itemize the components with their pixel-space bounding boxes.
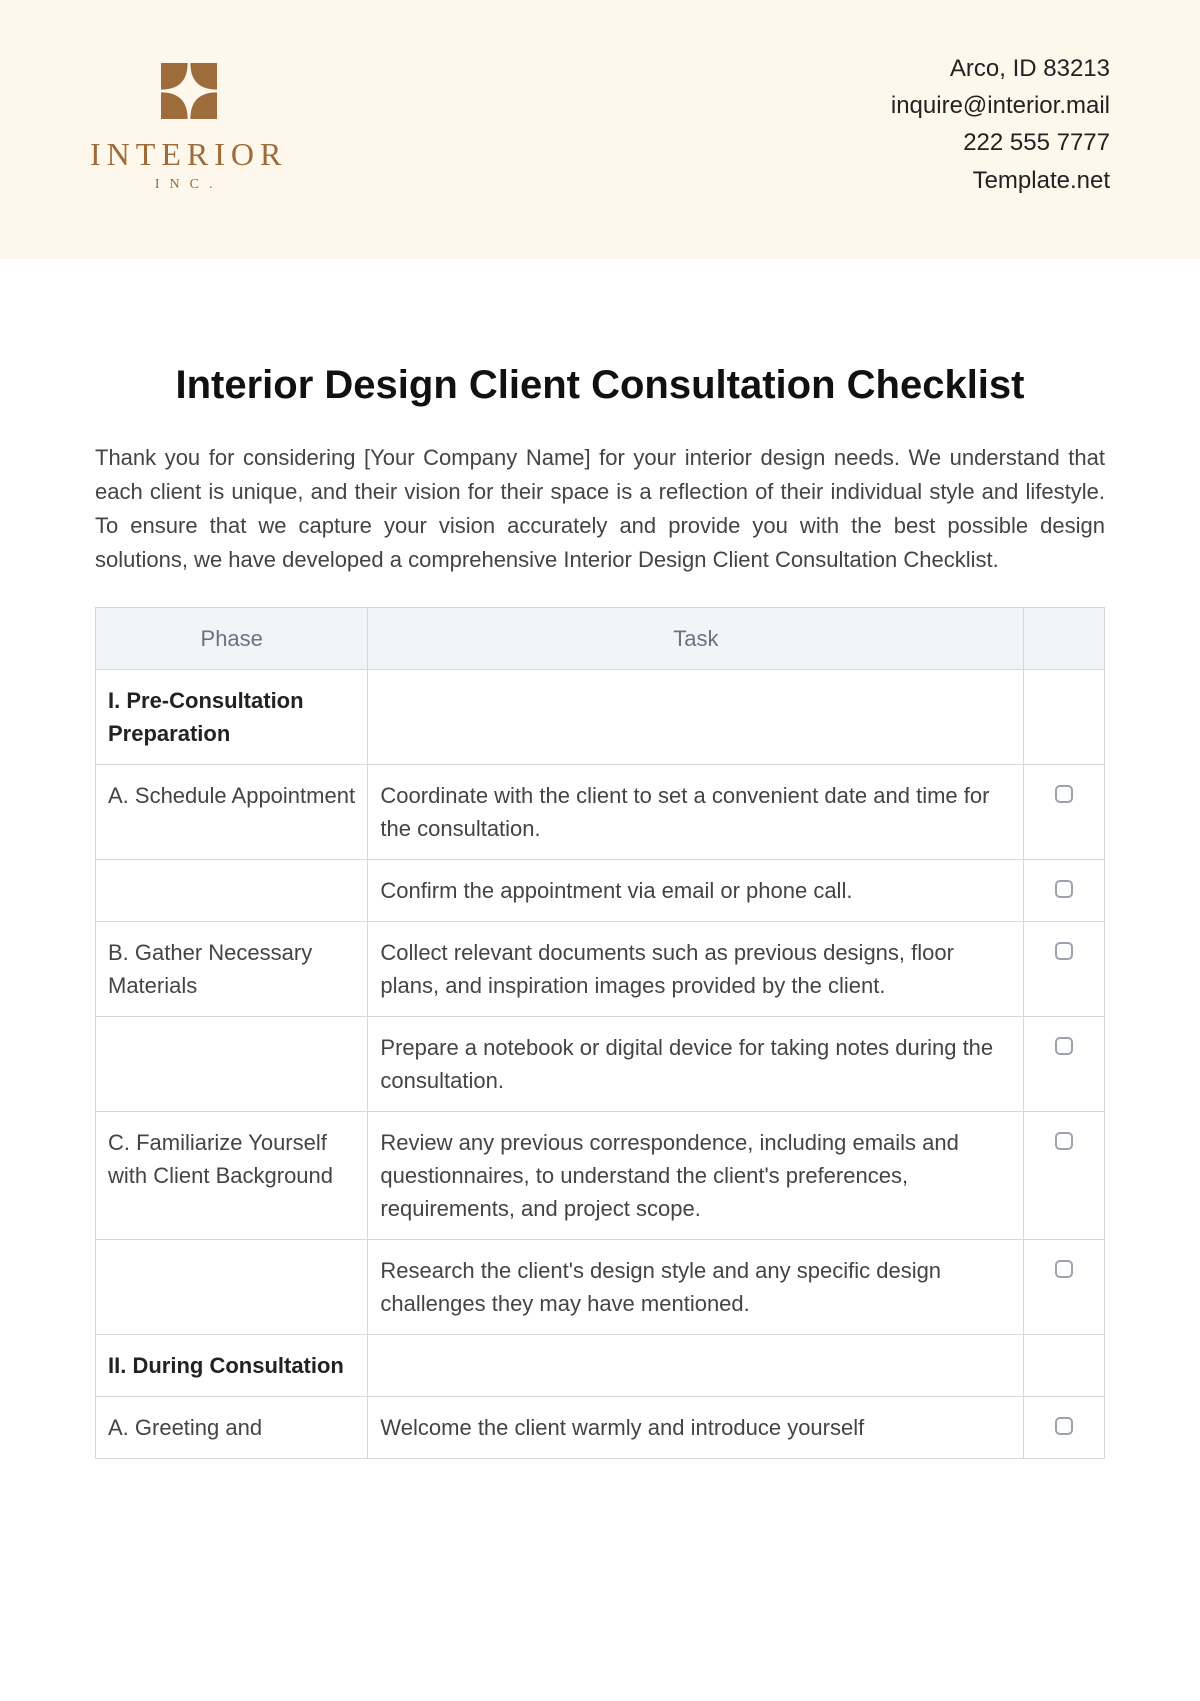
phase-cell [96,1017,368,1112]
task-cell: Research the client's design style and a… [368,1240,1024,1335]
table-row: A. Greeting andWelcome the client warmly… [96,1397,1105,1459]
check-cell [1024,922,1105,1017]
contact-site: Template.net [891,162,1110,199]
phase-cell: A. Greeting and [96,1397,368,1459]
checkbox[interactable] [1055,785,1073,803]
checkbox[interactable] [1055,1132,1073,1150]
contact-info: Arco, ID 83213 inquire@interior.mail 222… [891,50,1110,199]
checkbox[interactable] [1055,1260,1073,1278]
checklist-table: Phase Task I. Pre-Consultation Preparati… [95,607,1105,1459]
page-title: Interior Design Client Consultation Chec… [95,359,1105,411]
letterhead-header: INTERIOR INC. Arco, ID 83213 inquire@int… [0,0,1200,259]
table-row: Prepare a notebook or digital device for… [96,1017,1105,1112]
check-cell [1024,860,1105,922]
phase-cell: A. Schedule Appointment [96,765,368,860]
table-row: Research the client's design style and a… [96,1240,1105,1335]
logo-name: INTERIOR [90,136,287,173]
col-header-check [1024,608,1105,670]
check-cell [1024,1112,1105,1240]
checkbox[interactable] [1055,1037,1073,1055]
task-cell: Confirm the appointment via email or pho… [368,860,1024,922]
contact-address: Arco, ID 83213 [891,50,1110,87]
checkbox[interactable] [1055,942,1073,960]
logo-sub: INC. [155,177,223,193]
check-cell [1024,1335,1105,1397]
table-row: II. During Consultation [96,1335,1105,1397]
check-cell [1024,1240,1105,1335]
intro-paragraph: Thank you for considering [Your Company … [95,441,1105,577]
contact-email: inquire@interior.mail [891,87,1110,124]
task-cell [368,1335,1024,1397]
task-cell: Review any previous correspondence, incl… [368,1112,1024,1240]
table-row: Confirm the appointment via email or pho… [96,860,1105,922]
checkbox[interactable] [1055,880,1073,898]
check-cell [1024,765,1105,860]
task-cell: Prepare a notebook or digital device for… [368,1017,1024,1112]
table-row: C. Familiarize Yourself with Client Back… [96,1112,1105,1240]
task-cell: Welcome the client warmly and introduce … [368,1397,1024,1459]
checkbox[interactable] [1055,1417,1073,1435]
check-cell [1024,670,1105,765]
task-cell: Coordinate with the client to set a conv… [368,765,1024,860]
check-cell [1024,1397,1105,1459]
phase-cell: C. Familiarize Yourself with Client Back… [96,1112,368,1240]
phase-cell: B. Gather Necessary Materials [96,922,368,1017]
logo-icon [154,56,224,126]
phase-cell: I. Pre-Consultation Preparation [96,670,368,765]
table-row: A. Schedule AppointmentCoordinate with t… [96,765,1105,860]
phase-cell [96,1240,368,1335]
table-row: B. Gather Necessary MaterialsCollect rel… [96,922,1105,1017]
contact-phone: 222 555 7777 [891,124,1110,161]
col-header-task: Task [368,608,1024,670]
phase-cell [96,860,368,922]
logo: INTERIOR INC. [90,56,287,193]
task-cell: Collect relevant documents such as previ… [368,922,1024,1017]
table-row: I. Pre-Consultation Preparation [96,670,1105,765]
col-header-phase: Phase [96,608,368,670]
phase-cell: II. During Consultation [96,1335,368,1397]
check-cell [1024,1017,1105,1112]
document-body: Interior Design Client Consultation Chec… [0,259,1200,1459]
task-cell [368,670,1024,765]
